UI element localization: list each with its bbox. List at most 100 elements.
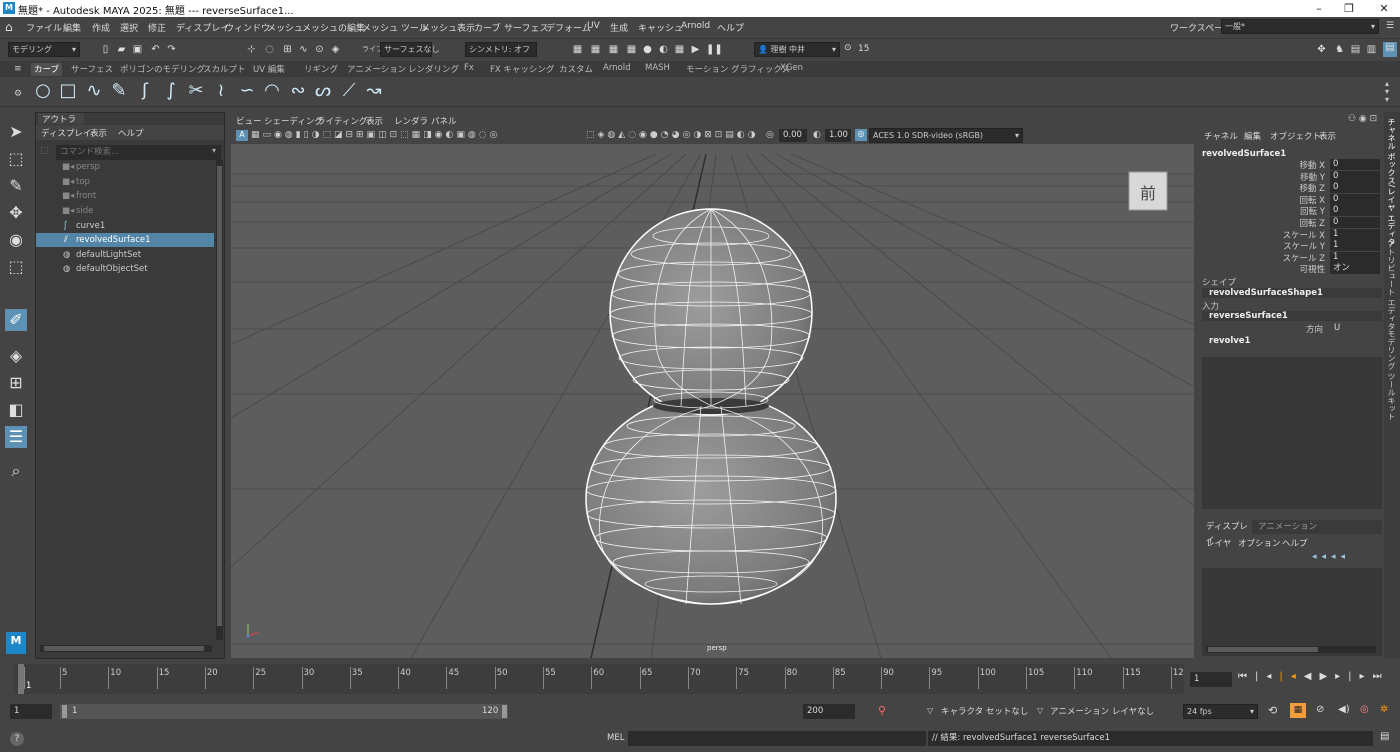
outliner-vertical-scrollbar[interactable] xyxy=(216,160,223,640)
cb-attr-value[interactable]: 0 xyxy=(1330,193,1380,205)
exposure-field[interactable]: 0.00 xyxy=(779,129,807,142)
tab-display-layers[interactable]: ディスプレイ xyxy=(1202,520,1252,546)
cb-menu-show[interactable]: 表示 xyxy=(1319,130,1336,142)
fillet-curve-icon[interactable]: ᔕ xyxy=(312,80,334,102)
outliner-menu-show[interactable]: 表示 xyxy=(90,127,107,139)
workspace-options-icon[interactable]: ☰ xyxy=(1386,21,1394,31)
modeling-toolkit-icon[interactable]: ✥ xyxy=(1316,44,1327,55)
cb-attr-label[interactable]: 移動 X xyxy=(1240,159,1325,171)
key-icon[interactable]: ▦ xyxy=(1290,703,1306,718)
four-view-layout-icon[interactable]: ⊞ xyxy=(5,372,27,394)
cb-menu-object[interactable]: オブジェクト xyxy=(1270,130,1321,142)
script-editor-icon[interactable]: ▤ xyxy=(1380,731,1389,742)
cb-attr-label[interactable]: 回転 Z xyxy=(1240,217,1325,229)
cb-attr-label[interactable]: 可視性 xyxy=(1240,263,1325,275)
range-slider[interactable]: 1 120 xyxy=(60,704,508,719)
extend-curve-icon[interactable]: ⟋ xyxy=(338,80,360,102)
menu-create[interactable]: 作成 xyxy=(92,21,110,34)
maximize-button[interactable]: ❐ xyxy=(1335,0,1363,17)
arc-curve-icon[interactable]: ◠ xyxy=(261,80,283,102)
menu-mesh-tools[interactable]: メッシュ ツール xyxy=(362,21,428,34)
loop-icon[interactable]: ⟲ xyxy=(1268,704,1277,717)
render-icon[interactable]: ▦ xyxy=(590,44,601,55)
fps-dropdown[interactable]: 24 fps ▾ xyxy=(1183,704,1258,719)
cb-attr-value[interactable]: 1 xyxy=(1330,240,1380,252)
live-surface-field[interactable]: サーフェスなし xyxy=(380,42,440,57)
animation-end-field[interactable]: 200 xyxy=(803,704,855,719)
shelf-options-icon[interactable]: ⚙ xyxy=(14,89,22,99)
layer-menu-help[interactable]: ヘルプ xyxy=(1282,537,1308,549)
cache-playback-icon[interactable]: ◎ xyxy=(1360,704,1369,715)
cb-attr-value[interactable]: 0 xyxy=(1330,217,1380,228)
shelf-tab-rigging[interactable]: リギング xyxy=(301,63,341,76)
help-icon[interactable]: ? xyxy=(10,732,24,746)
cb-shape-name[interactable]: revolvedSurfaceShape1 xyxy=(1202,288,1382,298)
menu-deform[interactable]: デフォーム xyxy=(546,21,591,34)
viewport-menu-show[interactable]: 表示 xyxy=(366,115,383,127)
cb-menu-edit[interactable]: 編集 xyxy=(1244,130,1261,142)
outliner-item-defaultlightset[interactable]: ◍ defaultLightSet xyxy=(36,248,214,262)
render-view-icon[interactable]: ▦ xyxy=(572,44,583,55)
shelf-tab-custom[interactable]: カスタム xyxy=(556,63,596,76)
rail-tab-channel-box[interactable]: チャネル ボックス/レイヤ エディタ xyxy=(1386,118,1397,246)
shelf-tab-surfaces[interactable]: サーフェス xyxy=(68,63,116,76)
view-cube[interactable]: 前 xyxy=(1128,171,1168,211)
shelf-tab-rendering[interactable]: レンダリング xyxy=(405,63,462,76)
menu-curves[interactable]: カーブ xyxy=(474,21,500,34)
snap-grid-icon[interactable]: ⊞ xyxy=(282,44,293,55)
redo-icon[interactable]: ↷ xyxy=(166,44,177,55)
script-language-toggle[interactable]: MEL xyxy=(607,733,624,743)
cb-attr-label[interactable]: スケール Z xyxy=(1240,252,1325,264)
new-scene-icon[interactable]: ▯ xyxy=(100,44,111,55)
ep-curve-icon[interactable]: ∿ xyxy=(83,80,105,102)
rotate-tool-icon[interactable]: ◉ xyxy=(5,229,27,251)
symmetry-dropdown[interactable]: シンメトリ: オフ xyxy=(465,42,537,57)
playblast-icon[interactable]: ▶ xyxy=(690,44,701,55)
notification-icon[interactable]: ⊙ xyxy=(844,43,852,53)
tool-settings-icon[interactable]: ▥ xyxy=(1366,44,1377,55)
snap-curve-icon[interactable]: ∿ xyxy=(298,44,309,55)
shelf-tab-mash[interactable]: MASH xyxy=(642,63,673,76)
cb-attr-value[interactable]: オン xyxy=(1330,263,1380,275)
search-icon[interactable]: ⌕ xyxy=(5,460,27,482)
cb-attr-label[interactable]: 移動 Z xyxy=(1240,182,1325,194)
cb-attr-value[interactable]: 1 xyxy=(1330,228,1380,240)
outliner-item-defaultobjectset[interactable]: ◍ defaultObjectSet xyxy=(36,262,214,276)
shelf-tab-xgen[interactable]: XGen xyxy=(777,63,806,76)
viewport-menu-lighting[interactable]: ライティング xyxy=(317,115,367,127)
animation-start-field[interactable]: 1 xyxy=(10,704,52,719)
sound-icon[interactable]: ◀) xyxy=(1338,704,1350,715)
menu-edit[interactable]: 編集 xyxy=(63,21,81,34)
cb-menu-channels[interactable]: チャネル xyxy=(1204,130,1238,142)
outliner-menu-help[interactable]: ヘルプ xyxy=(118,127,144,139)
select-camera-icon[interactable]: A xyxy=(236,130,248,141)
menu-help[interactable]: ヘルプ xyxy=(717,21,744,34)
menu-select[interactable]: 選択 xyxy=(120,21,138,34)
move-tool-icon[interactable]: ✥ xyxy=(5,202,27,224)
character-set-dropdown[interactable]: キャラクタ セットなし xyxy=(941,705,1028,717)
close-button[interactable]: ✕ xyxy=(1370,0,1398,17)
shelf-scroll-icon[interactable]: ▴ ▾ ▾ xyxy=(1385,80,1389,104)
hypershade-icon[interactable]: ● xyxy=(642,44,653,55)
command-input[interactable] xyxy=(628,731,926,746)
attribute-editor-icon[interactable]: ▤ xyxy=(1350,44,1361,55)
open-scene-icon[interactable]: ▰ xyxy=(116,44,127,55)
anim-layer-dropdown[interactable]: アニメーション レイヤなし xyxy=(1050,705,1154,717)
character-controls-icon[interactable]: ♞ xyxy=(1334,44,1345,55)
playback-controls[interactable]: ⏮|◂|◂◀▶▸|▸⏭ xyxy=(1238,671,1390,682)
rail-tab-modeling-toolkit[interactable]: モデリング ツールキット xyxy=(1386,330,1397,421)
layer-menu-layers[interactable]: レイヤ xyxy=(1206,537,1231,549)
save-scene-icon[interactable]: ▣ xyxy=(132,44,143,55)
nurbs-square-icon[interactable]: □ xyxy=(57,80,79,102)
menu-surfaces[interactable]: サーフェス xyxy=(504,21,548,34)
arnold-ipr-icon[interactable]: ▦ xyxy=(674,44,685,55)
last-tool-icon[interactable]: ✐ xyxy=(5,309,27,331)
lasso-tool-icon[interactable]: ⬚ xyxy=(5,148,27,170)
viewport-menu-view[interactable]: ビュー xyxy=(236,115,262,127)
render-settings-icon[interactable]: ▦ xyxy=(626,44,637,55)
detach-curve-icon[interactable]: ∽ xyxy=(236,80,258,102)
menu-display[interactable]: ディスプレイ xyxy=(176,21,229,34)
two-view-layout-icon[interactable]: ◧ xyxy=(5,399,27,421)
snap-plane-icon[interactable]: ◈ xyxy=(330,44,341,55)
workspace-dropdown[interactable]: 一般* ▾ xyxy=(1221,19,1379,34)
